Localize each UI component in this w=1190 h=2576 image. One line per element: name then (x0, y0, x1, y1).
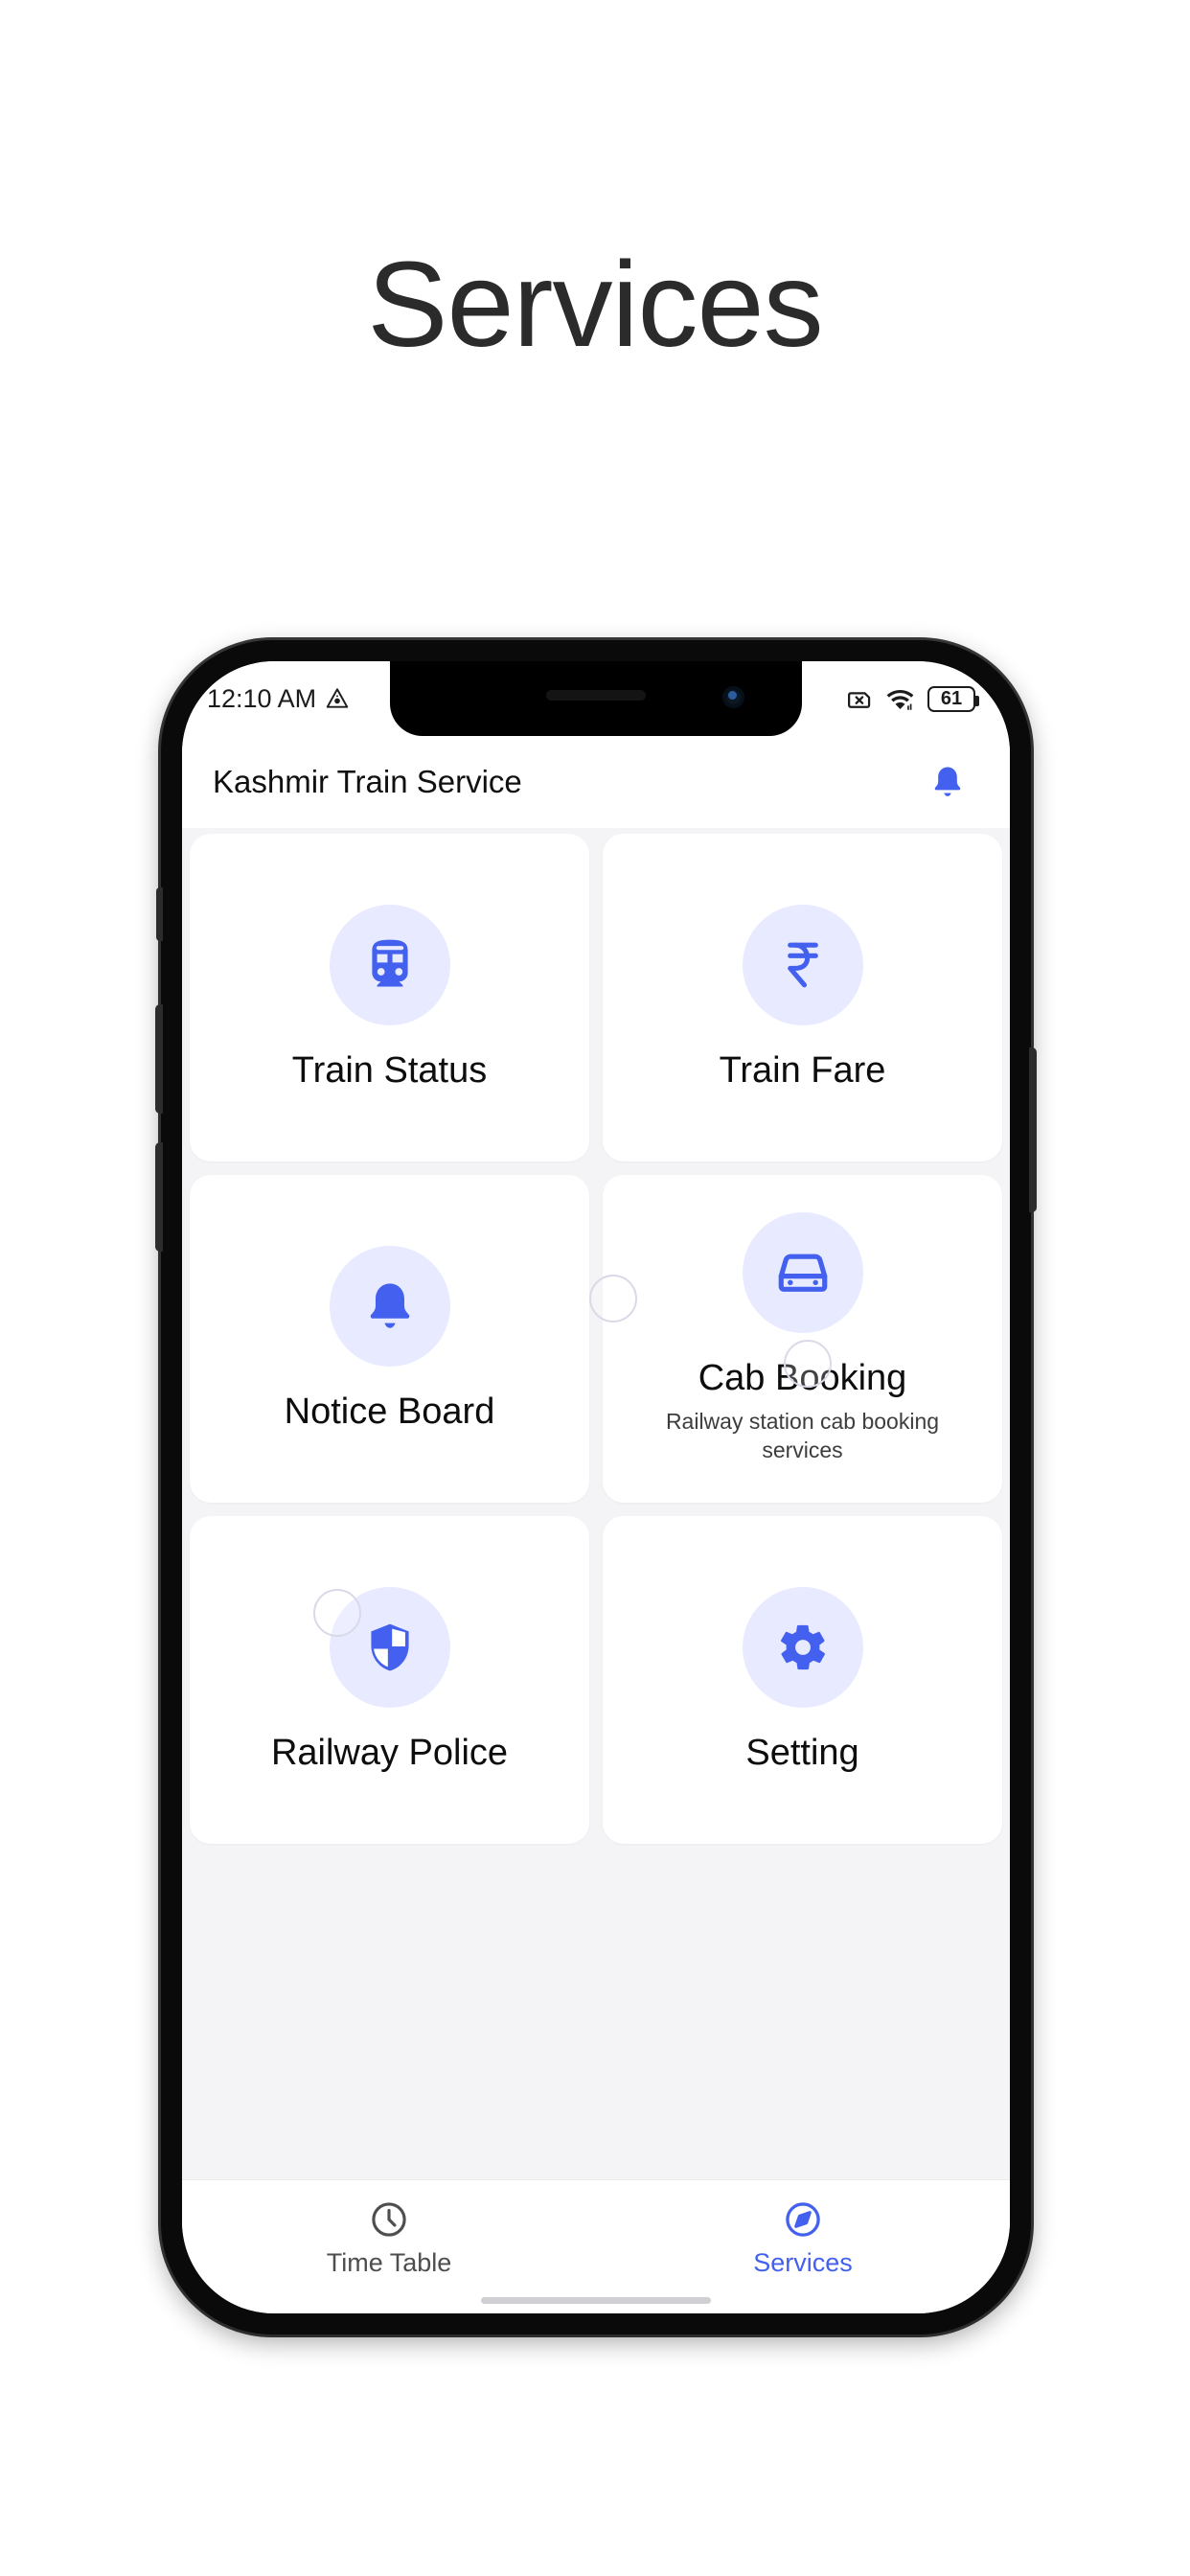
volume-up-button[interactable] (155, 1004, 163, 1114)
volume-down-button[interactable] (155, 1142, 163, 1252)
phone-notch (390, 661, 802, 736)
compass-icon (783, 2199, 823, 2240)
app-title: Kashmir Train Service (213, 764, 522, 799)
service-card-cab-booking[interactable]: Cab Booking Railway station cab booking … (603, 1175, 1002, 1503)
bell-icon (329, 1245, 450, 1367)
battery-level-label: 61 (940, 687, 963, 709)
status-bar-right: 61 (847, 685, 979, 712)
service-card-setting[interactable]: Setting (603, 1516, 1002, 1844)
status-bar-time: 12:10 AM (207, 683, 317, 713)
service-card-train-fare[interactable]: Train Fare (603, 834, 1002, 1162)
home-indicator[interactable] (481, 2297, 711, 2304)
car-icon (742, 1211, 863, 1333)
service-card-label: Notice Board (284, 1391, 495, 1432)
service-card-notice-board[interactable]: Notice Board (190, 1175, 589, 1503)
wifi-icon (885, 686, 915, 712)
nav-item-label: Services (753, 2248, 853, 2277)
power-button[interactable] (1029, 1047, 1037, 1212)
app-header: Kashmir Train Service (182, 736, 1010, 828)
nav-item-services[interactable]: Services (707, 2199, 899, 2278)
clock-icon (369, 2199, 409, 2240)
bottom-navigation-bar: Time Table Services (182, 2179, 1010, 2313)
service-card-train-status[interactable]: Train Status (190, 834, 589, 1162)
service-card-label: Train Fare (719, 1049, 886, 1091)
earpiece-speaker (546, 690, 646, 701)
service-card-subtitle: Railway station cab booking services (665, 1409, 940, 1463)
service-card-label: Setting (745, 1732, 859, 1773)
services-grid: Train Status Train Fare Notice Board Cab… (190, 834, 1002, 1844)
page-title: Services (367, 237, 823, 372)
notification-bell-icon[interactable] (929, 764, 966, 800)
screenshot-canvas: Services 12:10 AM 61 Kashmir Train Servi… (0, 0, 1190, 2576)
service-card-label: Train Status (291, 1049, 488, 1091)
service-card-railway-police[interactable]: Railway Police (190, 1516, 589, 1844)
services-content: Train Status Train Fare Notice Board Cab… (182, 828, 1010, 2179)
status-bar-left: 12:10 AM (207, 684, 350, 714)
gear-icon (742, 1586, 863, 1708)
mute-switch-button[interactable] (156, 887, 163, 941)
shield-icon (329, 1586, 450, 1708)
nav-item-time-table[interactable]: Time Table (293, 2199, 485, 2278)
triangle-alert-icon (325, 686, 350, 711)
phone-device-frame: 12:10 AM 61 Kashmir Train Service Train … (155, 640, 1037, 2334)
service-card-label: Cab Booking (698, 1357, 907, 1398)
rupee-icon (742, 904, 863, 1025)
no-sim-icon (847, 686, 873, 712)
front-camera (722, 686, 744, 708)
train-icon (329, 904, 450, 1025)
nav-item-label: Time Table (326, 2248, 452, 2277)
phone-screen: 12:10 AM 61 Kashmir Train Service Train … (182, 661, 1010, 2313)
service-card-label: Railway Police (270, 1732, 509, 1773)
battery-icon: 61 (927, 685, 979, 712)
